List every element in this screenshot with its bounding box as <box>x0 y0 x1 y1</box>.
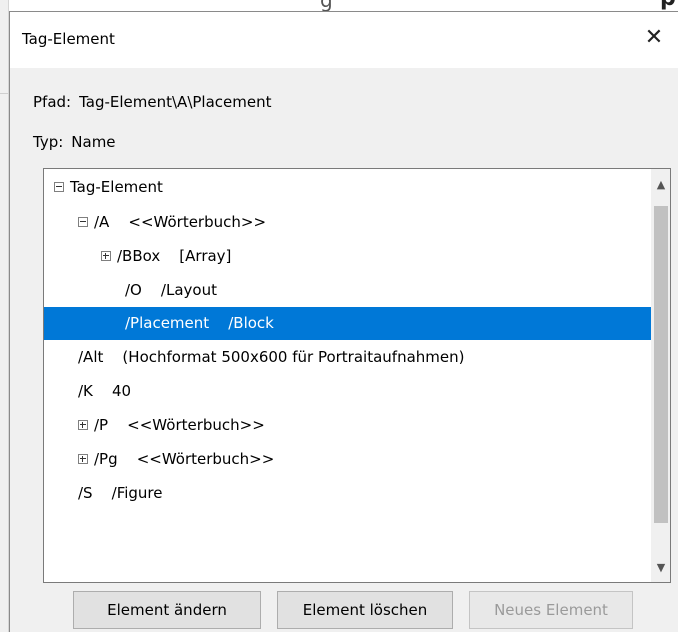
tree-row-bbox[interactable]: /BBox [Array] <box>44 240 653 273</box>
title-bar: Tag-Element ✕ <box>10 12 678 68</box>
tree-row-label: /Placement /Block <box>125 314 274 332</box>
tree-row-s[interactable]: /S /Figure <box>44 477 653 510</box>
tree-row-tag-element[interactable]: Tag-Element <box>44 171 653 204</box>
background-divider <box>0 93 8 94</box>
tree-row-label: /Alt (Hochformat 500x600 für Portraitauf… <box>78 348 465 366</box>
background-window-edge <box>0 0 9 632</box>
tree-row-p[interactable]: /P <<Wörterbuch>> <box>44 409 653 442</box>
scrollbar-thumb[interactable] <box>654 206 668 523</box>
path-value: Tag-Element\A\Placement <box>79 93 272 111</box>
path-label: Pfad: <box>33 93 72 111</box>
tree-row-label: Tag-Element <box>70 178 163 196</box>
tree-row-label: /A <<Wörterbuch>> <box>94 213 267 231</box>
new-element-button[interactable]: Neues Element <box>469 591 633 629</box>
scroll-down-icon[interactable]: ▼ <box>652 558 670 578</box>
type-value: Name <box>71 133 116 151</box>
tree-row-label: /O /Layout <box>125 281 217 299</box>
tree-row-label: /P <<Wörterbuch>> <box>94 416 265 434</box>
expand-icon[interactable] <box>101 251 111 261</box>
tree-row-pg[interactable]: /Pg <<Wörterbuch>> <box>44 443 653 476</box>
collapse-icon[interactable] <box>54 182 64 192</box>
path-row: Pfad: Tag-Element\A\Placement <box>33 93 271 111</box>
tree-row-label: /Pg <<Wörterbuch>> <box>94 450 275 468</box>
tag-element-dialog: Tag-Element ✕ Pfad: Tag-Element\A\Placeme… <box>9 11 678 632</box>
tree-rows: Tag-Element /A <<Wörterbuch>> /BBox [Arr… <box>44 169 653 582</box>
type-label: Typ: <box>33 133 64 151</box>
collapse-icon[interactable] <box>78 217 88 227</box>
tree-row-label: /BBox [Array] <box>117 247 232 265</box>
dialog-title: Tag-Element <box>22 30 115 48</box>
background-partial-bold-text: p <box>660 0 676 11</box>
vertical-scrollbar[interactable]: ▲ ▼ <box>651 169 670 582</box>
scroll-up-icon[interactable]: ▲ <box>652 175 670 195</box>
type-row: Typ: Name <box>33 133 116 151</box>
tag-tree-view[interactable]: Tag-Element /A <<Wörterbuch>> /BBox [Arr… <box>43 168 671 583</box>
expand-icon[interactable] <box>78 454 88 464</box>
tree-row-k[interactable]: /K 40 <box>44 375 653 408</box>
tree-row-label: /K 40 <box>78 382 132 400</box>
tree-row-placement[interactable]: /Placement /Block <box>44 307 653 340</box>
close-icon[interactable]: ✕ <box>640 24 668 52</box>
delete-element-button[interactable]: Element löschen <box>277 591 453 629</box>
tree-row-label: /S /Figure <box>78 484 163 502</box>
tree-row-o[interactable]: /O /Layout <box>44 274 653 307</box>
tree-row-a[interactable]: /A <<Wörterbuch>> <box>44 206 653 239</box>
tree-row-alt[interactable]: /Alt (Hochformat 500x600 für Portraitauf… <box>44 341 653 374</box>
expand-icon[interactable] <box>78 420 88 430</box>
edit-element-button[interactable]: Element ändern <box>73 591 261 629</box>
